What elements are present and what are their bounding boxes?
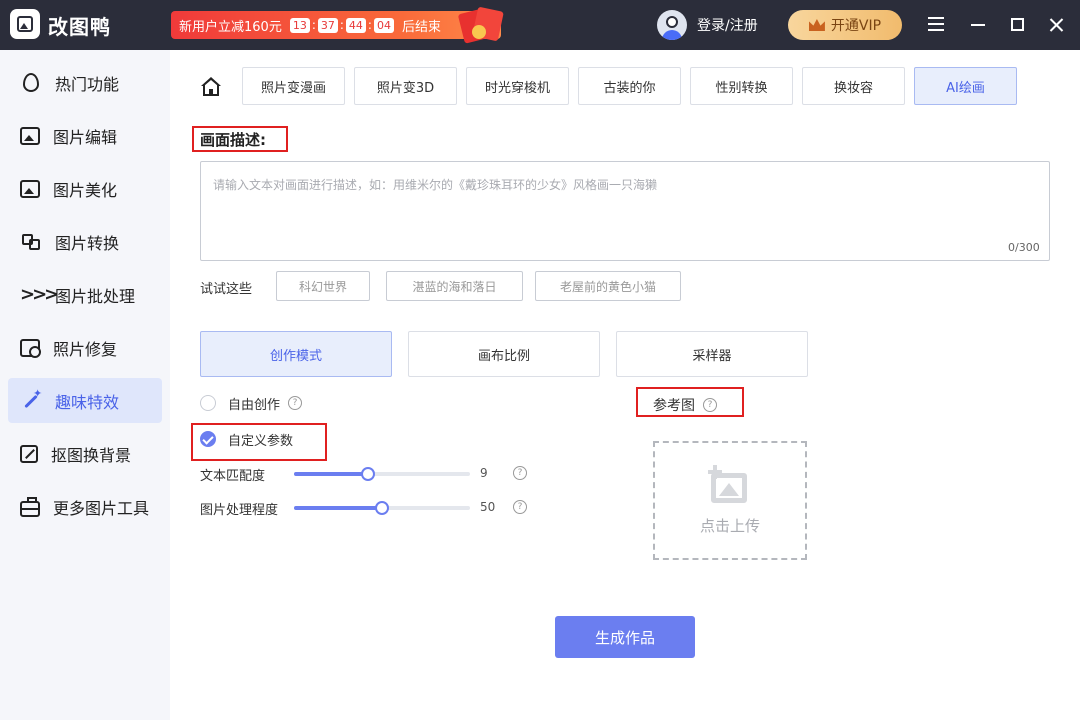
title-bar: 改图鸭 新用户立减160元 13: 37: 44: 04 后结束 登录/注册 开… (0, 0, 1080, 50)
sidebar-item-image-beautify[interactable]: 图片美化 (8, 166, 162, 211)
sidebar-item-convert[interactable]: 图片转换 (8, 219, 162, 264)
image-beautify-icon (20, 179, 40, 198)
slider-value: 9 (480, 466, 488, 480)
suggestion-chip[interactable]: 老屋前的黄色小猫 (535, 271, 681, 301)
tab-gender-swap[interactable]: 性别转换 (690, 67, 793, 105)
toolbox-icon (20, 496, 40, 517)
free-creation-option[interactable]: 自由创作 ? (200, 393, 303, 413)
sidebar-item-batch[interactable]: >>> 图片批处理 (8, 272, 162, 317)
help-icon[interactable]: ? (513, 466, 527, 480)
upload-label: 点击上传 (699, 517, 760, 535)
slider-handle[interactable] (360, 467, 375, 481)
char-counter: 0/300 (1008, 241, 1040, 254)
slider-label: 图片处理程度 (200, 503, 279, 518)
vip-button[interactable]: 开通VIP (788, 10, 902, 40)
login-button[interactable]: 登录/注册 (657, 10, 758, 40)
promo-suffix: 后结束 (401, 19, 441, 35)
red-envelope-icon[interactable] (455, 5, 504, 45)
login-label: 登录/注册 (697, 18, 758, 34)
promo-banner[interactable]: 新用户立减160元 13: 37: 44: 04 后结束 (171, 11, 501, 39)
cutout-icon (20, 444, 38, 463)
sidebar-item-label: 图片转换 (55, 233, 120, 253)
sidebar-item-label: 图片美化 (53, 180, 118, 200)
countdown-hours: 13 (289, 17, 310, 33)
radio-free-creation[interactable] (200, 395, 216, 411)
sidebar-item-image-edit[interactable]: 图片编辑 (8, 113, 162, 158)
tab-time-machine[interactable]: 时光穿梭机 (466, 67, 569, 105)
suggestions-label: 试试这些 (200, 282, 253, 297)
countdown-centiseconds: 04 (373, 17, 394, 33)
help-icon[interactable]: ? (288, 396, 303, 410)
image-strength-slider[interactable] (294, 501, 470, 515)
tab-ai-painting[interactable]: AI绘画 (914, 67, 1017, 105)
app-logo-icon (10, 9, 40, 39)
tab-photo-to-3d[interactable]: 照片变3D (354, 67, 457, 105)
promo-text: 新用户立减160元 (179, 19, 282, 35)
tab-ancient-costume[interactable]: 古装的你 (578, 67, 681, 105)
sidebar-item-label: 图片编辑 (53, 127, 118, 147)
image-edit-icon (20, 126, 40, 145)
sidebar-item-label: 照片修复 (53, 339, 118, 359)
tab-canvas-ratio[interactable]: 画布比例 (408, 331, 600, 377)
sidebar-item-hot[interactable]: 热门功能 (8, 60, 162, 105)
home-icon[interactable] (200, 77, 222, 97)
crown-icon (808, 19, 825, 31)
radio-custom-params[interactable] (200, 431, 216, 447)
repair-icon (20, 338, 41, 358)
upload-area[interactable]: 点击上传 (653, 441, 807, 560)
countdown-seconds: 44 (345, 17, 366, 33)
slider-label: 文本匹配度 (200, 469, 266, 484)
custom-params-option[interactable]: 自定义参数 (200, 429, 293, 449)
vip-label: 开通VIP (830, 18, 882, 34)
description-input[interactable] (200, 161, 1050, 261)
help-icon[interactable]: ? (513, 500, 527, 514)
maximize-icon[interactable] (1008, 15, 1028, 35)
close-icon[interactable] (1046, 15, 1066, 35)
tab-creation-mode[interactable]: 创作模式 (200, 331, 392, 377)
countdown-minutes: 37 (317, 17, 338, 33)
app-name: 改图鸭 (48, 15, 111, 39)
sidebar-item-label: 抠图换背景 (51, 445, 132, 465)
flame-icon (23, 73, 39, 92)
tab-makeup[interactable]: 换妆容 (802, 67, 905, 105)
reference-label-text: 参考图 (653, 398, 695, 414)
sidebar-item-repair[interactable]: 照片修复 (8, 325, 162, 370)
tab-sampler[interactable]: 采样器 (616, 331, 808, 377)
suggestion-chip[interactable]: 科幻世界 (276, 271, 370, 301)
reference-image-label: 参考图 ? (653, 395, 717, 415)
magic-wand-icon (20, 387, 42, 412)
sidebar-item-label: 热门功能 (55, 74, 120, 94)
help-icon[interactable]: ? (703, 398, 717, 412)
minimize-icon[interactable] (968, 15, 988, 35)
generate-button[interactable]: 生成作品 (555, 616, 695, 658)
description-title: 画面描述: (200, 131, 266, 149)
menu-icon[interactable] (926, 15, 946, 35)
sidebar-item-label: 图片批处理 (55, 286, 136, 306)
sidebar: 热门功能 图片编辑 图片美化 图片转换 >>> 图片批处理 照片修复 趣味特效 … (0, 50, 170, 720)
tab-photo-to-cartoon[interactable]: 照片变漫画 (242, 67, 345, 105)
convert-icon (20, 231, 42, 253)
text-match-slider[interactable] (294, 467, 470, 481)
sidebar-item-label: 趣味特效 (55, 392, 120, 412)
sidebar-item-label: 更多图片工具 (53, 498, 150, 518)
sidebar-item-fun-effects[interactable]: 趣味特效 (8, 378, 162, 423)
free-creation-label: 自由创作 (228, 397, 281, 413)
main-panel: 照片变漫画 照片变3D 时光穿梭机 古装的你 性别转换 换妆容 AI绘画 画面描… (170, 50, 1080, 720)
custom-params-label: 自定义参数 (228, 433, 294, 449)
batch-icon: >>> (20, 283, 59, 305)
slider-value: 50 (480, 500, 496, 514)
sidebar-item-more-tools[interactable]: 更多图片工具 (8, 484, 162, 529)
sidebar-item-cutout[interactable]: 抠图换背景 (8, 431, 162, 476)
add-image-icon (707, 465, 753, 507)
slider-handle[interactable] (375, 501, 389, 515)
suggestion-chip[interactable]: 湛蓝的海和落日 (386, 271, 523, 301)
avatar (657, 10, 687, 40)
